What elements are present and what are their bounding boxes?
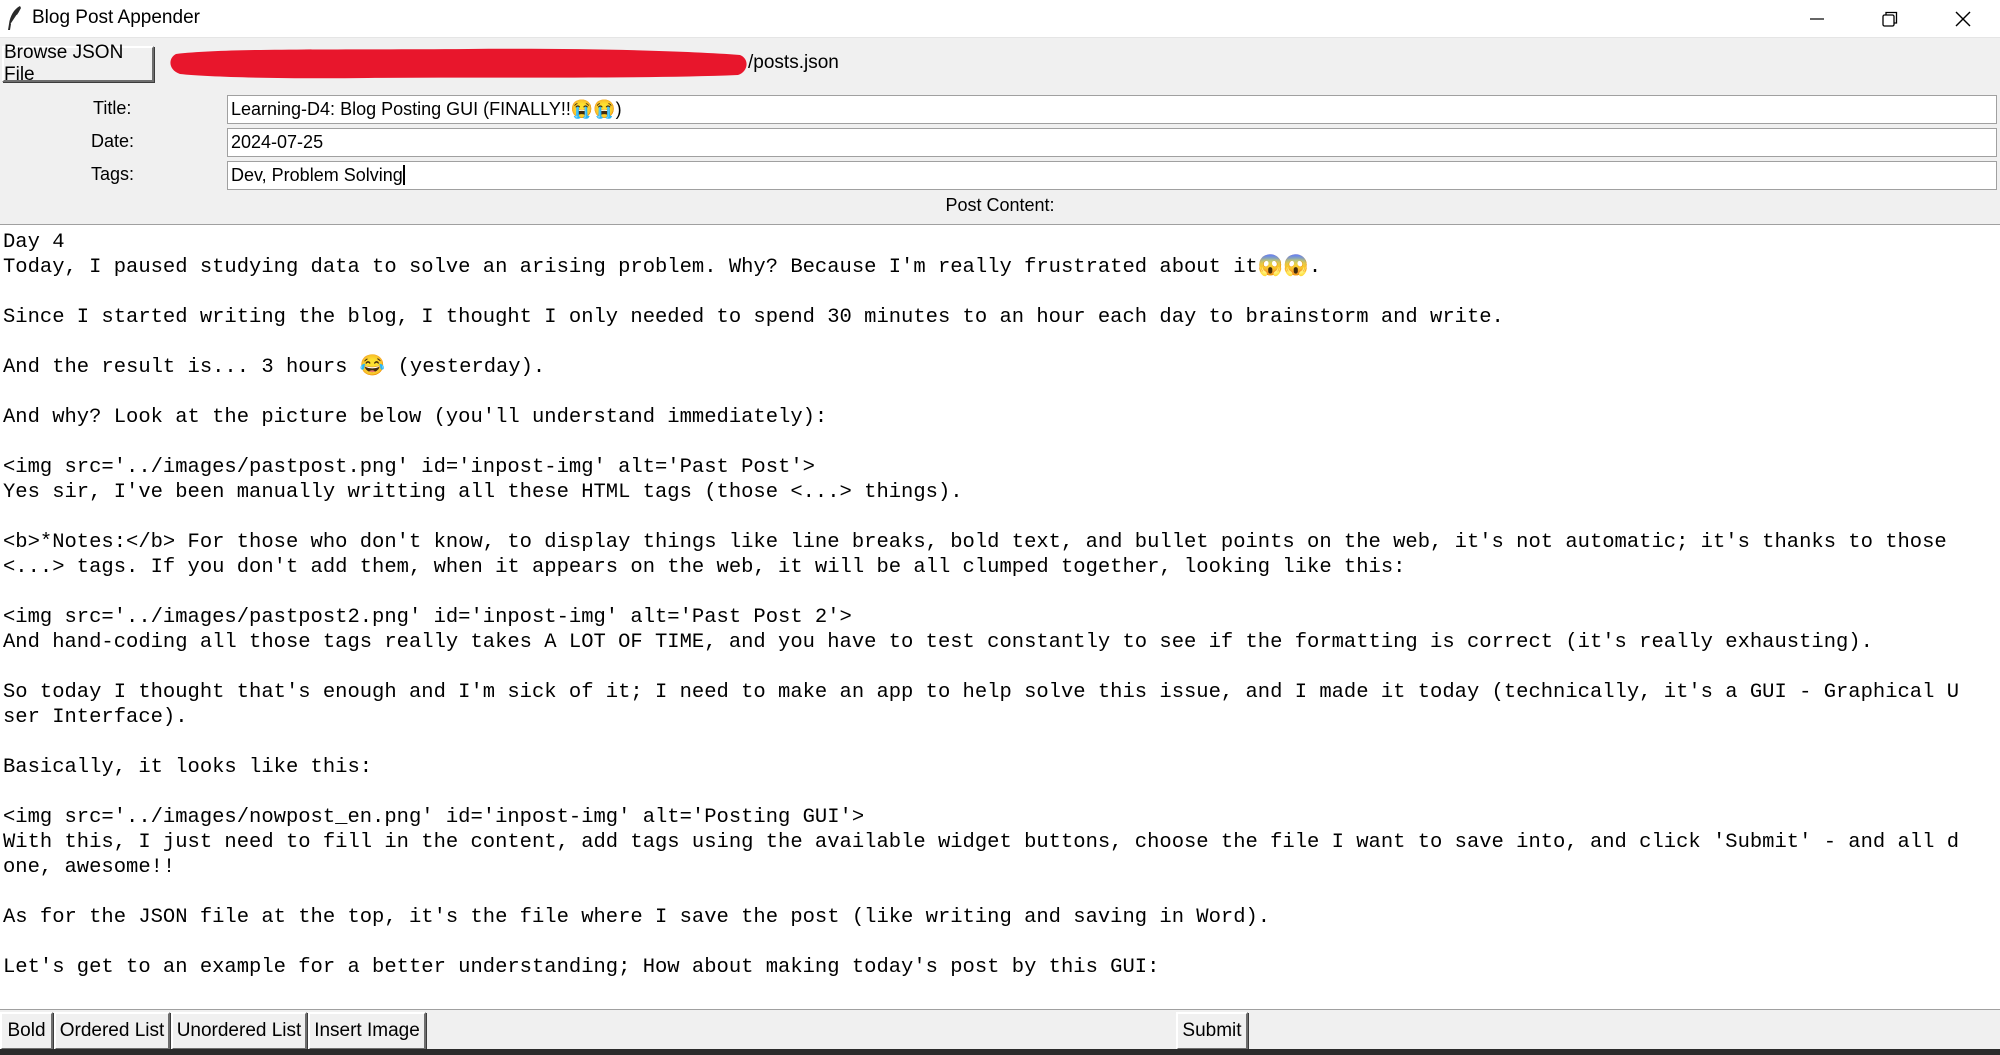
content-line: <img src='../images/nowpost_en.png' id='… (3, 806, 865, 829)
content-line (0, 330, 2000, 355)
content-line (0, 930, 2000, 955)
date-label: Date: (91, 131, 135, 151)
content-line: one, awesome!! (3, 856, 176, 879)
content-line: Basically, it looks like this: (3, 756, 373, 779)
text-cursor (402, 165, 405, 185)
content-line: So today I thought that's enough and I'm… (3, 681, 1960, 704)
content-line (0, 780, 2000, 805)
title-bar: Blog Post Appender (0, 0, 2000, 38)
bold-button[interactable]: Bold (0, 1012, 53, 1050)
window-title: Blog Post Appender (32, 7, 200, 28)
feather-icon (8, 6, 21, 30)
content-line (0, 430, 2000, 455)
unordered-list-button[interactable]: Unordered List (171, 1012, 307, 1050)
title-input[interactable]: Learning-D4: Blog Posting GUI (FINALLY!!… (227, 95, 1997, 124)
post-content-textarea[interactable]: Day 4 Today, I paused studying data to so… (0, 224, 2000, 1010)
content-line: And hand-coding all those tags really ta… (3, 631, 1873, 654)
json-file-path: /posts.json (748, 52, 839, 73)
content-line: Day 4 (3, 231, 65, 254)
content-line (0, 580, 2000, 605)
date-input[interactable]: 2024-07-25 (227, 128, 1997, 157)
content-line: <img src='../images/pastpost.png' id='in… (3, 456, 815, 479)
content-line: And the result is... 3 hours 😂 (yesterda… (3, 356, 546, 379)
close-button[interactable] (1926, 0, 1999, 37)
content-line (0, 880, 2000, 905)
file-row: Browse JSON File /posts.json (0, 38, 2000, 88)
tags-input[interactable]: Dev, Problem Solving (227, 161, 1997, 190)
content-line (0, 380, 2000, 405)
content-line: ser Interface). (3, 706, 188, 729)
content-line (0, 655, 2000, 680)
content-line: <img src='../images/pastpost2.png' id='i… (3, 606, 852, 629)
restore-button[interactable] (1853, 0, 1926, 37)
content-line: Yes sir, I've been manually writting all… (3, 481, 963, 504)
content-line (0, 505, 2000, 530)
content-line: With this, I just need to fill in the co… (3, 831, 1960, 854)
minimize-button[interactable] (1780, 0, 1853, 37)
tags-value: Dev, Problem Solving (231, 165, 403, 185)
redacted-path-mark (170, 48, 747, 79)
insert-image-button[interactable]: Insert Image (308, 1012, 426, 1050)
content-line: Today, I paused studying data to solve a… (3, 256, 1322, 279)
close-icon (1955, 11, 1970, 26)
minimize-icon (1809, 17, 1824, 20)
submit-button[interactable]: Submit (1176, 1012, 1248, 1050)
content-line: <b>*Notes:</b> For those who don't know,… (3, 531, 1947, 554)
content-line: Since I started writing the blog, I thou… (3, 306, 1504, 329)
ordered-list-button[interactable]: Ordered List (54, 1012, 170, 1050)
title-label: Title: (93, 98, 132, 118)
content-line: <...> tags. If you don't add them, when … (3, 556, 1406, 579)
tags-label: Tags: (91, 164, 135, 184)
post-content-label: Post Content: (945, 195, 1055, 215)
content-line: As for the JSON file at the top, it's th… (3, 906, 1271, 929)
bottom-edge (0, 1049, 2000, 1055)
content-line: And why? Look at the picture below (you'… (3, 406, 828, 429)
content-line: Let's get to an example for a better und… (3, 956, 1160, 979)
content-line (0, 280, 2000, 305)
browse-json-button[interactable]: Browse JSON File (2, 42, 154, 85)
content-line (0, 730, 2000, 755)
restore-icon (1881, 11, 1897, 27)
